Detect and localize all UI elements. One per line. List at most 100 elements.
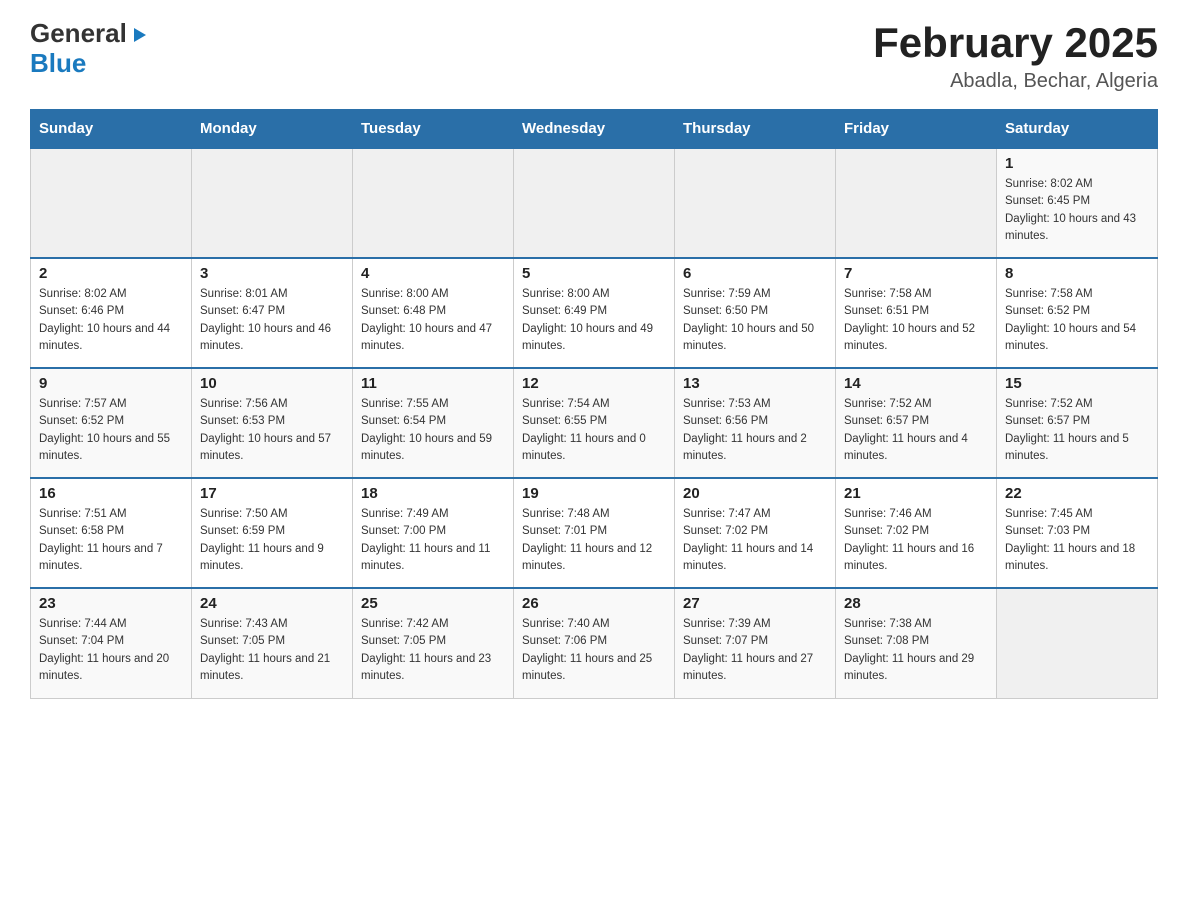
table-row: 7 Sunrise: 7:58 AMSunset: 6:51 PMDaylight… <box>836 258 997 368</box>
day-info: Sunrise: 7:49 AMSunset: 7:00 PMDaylight:… <box>361 506 505 575</box>
day-number: 1 <box>1005 155 1149 172</box>
table-row: 5 Sunrise: 8:00 AMSunset: 6:49 PMDaylight… <box>514 258 675 368</box>
table-row <box>675 148 836 258</box>
day-number: 6 <box>683 265 827 282</box>
day-number: 7 <box>844 265 988 282</box>
table-row <box>514 148 675 258</box>
day-info: Sunrise: 7:51 AMSunset: 6:58 PMDaylight:… <box>39 506 183 575</box>
day-number: 23 <box>39 595 183 612</box>
day-info: Sunrise: 8:01 AMSunset: 6:47 PMDaylight:… <box>200 286 344 355</box>
col-thursday: Thursday <box>675 110 836 149</box>
day-info: Sunrise: 7:47 AMSunset: 7:02 PMDaylight:… <box>683 506 827 575</box>
day-info: Sunrise: 7:44 AMSunset: 7:04 PMDaylight:… <box>39 616 183 685</box>
day-number: 21 <box>844 485 988 502</box>
day-info: Sunrise: 8:02 AMSunset: 6:46 PMDaylight:… <box>39 286 183 355</box>
table-row: 25 Sunrise: 7:42 AMSunset: 7:05 PMDayligh… <box>353 588 514 698</box>
day-info: Sunrise: 7:53 AMSunset: 6:56 PMDaylight:… <box>683 396 827 465</box>
table-row: 21 Sunrise: 7:46 AMSunset: 7:02 PMDayligh… <box>836 478 997 588</box>
col-friday: Friday <box>836 110 997 149</box>
day-info: Sunrise: 7:52 AMSunset: 6:57 PMDaylight:… <box>844 396 988 465</box>
logo: General Blue <box>30 20 148 76</box>
calendar-header-row: Sunday Monday Tuesday Wednesday Thursday… <box>31 110 1158 149</box>
table-row: 18 Sunrise: 7:49 AMSunset: 7:00 PMDayligh… <box>353 478 514 588</box>
table-row <box>997 588 1158 698</box>
day-number: 12 <box>522 375 666 392</box>
day-info: Sunrise: 7:46 AMSunset: 7:02 PMDaylight:… <box>844 506 988 575</box>
table-row: 8 Sunrise: 7:58 AMSunset: 6:52 PMDaylight… <box>997 258 1158 368</box>
title-section: February 2025 Abadla, Bechar, Algeria <box>873 20 1158 93</box>
day-number: 11 <box>361 375 505 392</box>
day-number: 3 <box>200 265 344 282</box>
day-number: 4 <box>361 265 505 282</box>
table-row: 2Sunrise: 8:02 AMSunset: 6:46 PMDaylight… <box>31 258 192 368</box>
table-row: 24 Sunrise: 7:43 AMSunset: 7:05 PMDayligh… <box>192 588 353 698</box>
table-row: 1 Sunrise: 8:02 AMSunset: 6:45 PMDaylight… <box>997 148 1158 258</box>
table-row: 17Sunrise: 7:50 AMSunset: 6:59 PMDayligh… <box>192 478 353 588</box>
calendar-week-row: 1 Sunrise: 8:02 AMSunset: 6:45 PMDaylight… <box>31 148 1158 258</box>
table-row: 27 Sunrise: 7:39 AMSunset: 7:07 PMDayligh… <box>675 588 836 698</box>
day-info: Sunrise: 8:00 AMSunset: 6:49 PMDaylight:… <box>522 286 666 355</box>
table-row: 28Sunrise: 7:38 AMSunset: 7:08 PMDayligh… <box>836 588 997 698</box>
subtitle: Abadla, Bechar, Algeria <box>873 70 1158 93</box>
day-number: 5 <box>522 265 666 282</box>
table-row: 20 Sunrise: 7:47 AMSunset: 7:02 PMDayligh… <box>675 478 836 588</box>
table-row <box>836 148 997 258</box>
day-number: 16 <box>39 485 183 502</box>
col-tuesday: Tuesday <box>353 110 514 149</box>
table-row <box>31 148 192 258</box>
day-info: Sunrise: 7:42 AMSunset: 7:05 PMDaylight:… <box>361 616 505 685</box>
day-info: Sunrise: 7:39 AMSunset: 7:07 PMDaylight:… <box>683 616 827 685</box>
day-number: 10 <box>200 375 344 392</box>
day-number: 24 <box>200 595 344 612</box>
table-row: 19Sunrise: 7:48 AMSunset: 7:01 PMDayligh… <box>514 478 675 588</box>
day-info: Sunrise: 7:57 AMSunset: 6:52 PMDaylight:… <box>39 396 183 465</box>
day-number: 27 <box>683 595 827 612</box>
table-row: 26 Sunrise: 7:40 AMSunset: 7:06 PMDayligh… <box>514 588 675 698</box>
calendar-week-row: 2Sunrise: 8:02 AMSunset: 6:46 PMDaylight… <box>31 258 1158 368</box>
day-info: Sunrise: 8:02 AMSunset: 6:45 PMDaylight:… <box>1005 176 1149 245</box>
table-row: 11 Sunrise: 7:55 AMSunset: 6:54 PMDayligh… <box>353 368 514 478</box>
table-row: 22 Sunrise: 7:45 AMSunset: 7:03 PMDayligh… <box>997 478 1158 588</box>
table-row: 3 Sunrise: 8:01 AMSunset: 6:47 PMDaylight… <box>192 258 353 368</box>
calendar-week-row: 23 Sunrise: 7:44 AMSunset: 7:04 PMDayligh… <box>31 588 1158 698</box>
day-info: Sunrise: 7:58 AMSunset: 6:52 PMDaylight:… <box>1005 286 1149 355</box>
table-row: 12 Sunrise: 7:54 AMSunset: 6:55 PMDayligh… <box>514 368 675 478</box>
table-row <box>353 148 514 258</box>
day-number: 14 <box>844 375 988 392</box>
table-row: 9Sunrise: 7:57 AMSunset: 6:52 PMDaylight… <box>31 368 192 478</box>
day-number: 13 <box>683 375 827 392</box>
day-info: Sunrise: 7:55 AMSunset: 6:54 PMDaylight:… <box>361 396 505 465</box>
calendar-week-row: 16 Sunrise: 7:51 AMSunset: 6:58 PMDayligh… <box>31 478 1158 588</box>
table-row: 16 Sunrise: 7:51 AMSunset: 6:58 PMDayligh… <box>31 478 192 588</box>
day-info: Sunrise: 7:45 AMSunset: 7:03 PMDaylight:… <box>1005 506 1149 575</box>
calendar-table: Sunday Monday Tuesday Wednesday Thursday… <box>30 109 1158 699</box>
main-title: February 2025 <box>873 20 1158 66</box>
day-info: Sunrise: 7:59 AMSunset: 6:50 PMDaylight:… <box>683 286 827 355</box>
calendar-week-row: 9Sunrise: 7:57 AMSunset: 6:52 PMDaylight… <box>31 368 1158 478</box>
table-row: 6 Sunrise: 7:59 AMSunset: 6:50 PMDaylight… <box>675 258 836 368</box>
day-info: Sunrise: 7:48 AMSunset: 7:01 PMDaylight:… <box>522 506 666 575</box>
logo-general-text: General <box>30 20 148 48</box>
day-number: 26 <box>522 595 666 612</box>
day-info: Sunrise: 7:43 AMSunset: 7:05 PMDaylight:… <box>200 616 344 685</box>
day-number: 20 <box>683 485 827 502</box>
day-info: Sunrise: 7:52 AMSunset: 6:57 PMDaylight:… <box>1005 396 1149 465</box>
day-info: Sunrise: 7:56 AMSunset: 6:53 PMDaylight:… <box>200 396 344 465</box>
day-info: Sunrise: 7:54 AMSunset: 6:55 PMDaylight:… <box>522 396 666 465</box>
table-row: 4Sunrise: 8:00 AMSunset: 6:48 PMDaylight… <box>353 258 514 368</box>
day-info: Sunrise: 7:58 AMSunset: 6:51 PMDaylight:… <box>844 286 988 355</box>
day-number: 8 <box>1005 265 1149 282</box>
table-row: 14 Sunrise: 7:52 AMSunset: 6:57 PMDayligh… <box>836 368 997 478</box>
day-number: 18 <box>361 485 505 502</box>
col-wednesday: Wednesday <box>514 110 675 149</box>
day-number: 28 <box>844 595 988 612</box>
col-saturday: Saturday <box>997 110 1158 149</box>
table-row: 15Sunrise: 7:52 AMSunset: 6:57 PMDayligh… <box>997 368 1158 478</box>
table-row <box>192 148 353 258</box>
day-number: 17 <box>200 485 344 502</box>
day-info: Sunrise: 7:40 AMSunset: 7:06 PMDaylight:… <box>522 616 666 685</box>
day-number: 25 <box>361 595 505 612</box>
logo-blue-text: Blue <box>30 50 86 76</box>
day-number: 22 <box>1005 485 1149 502</box>
table-row: 23 Sunrise: 7:44 AMSunset: 7:04 PMDayligh… <box>31 588 192 698</box>
